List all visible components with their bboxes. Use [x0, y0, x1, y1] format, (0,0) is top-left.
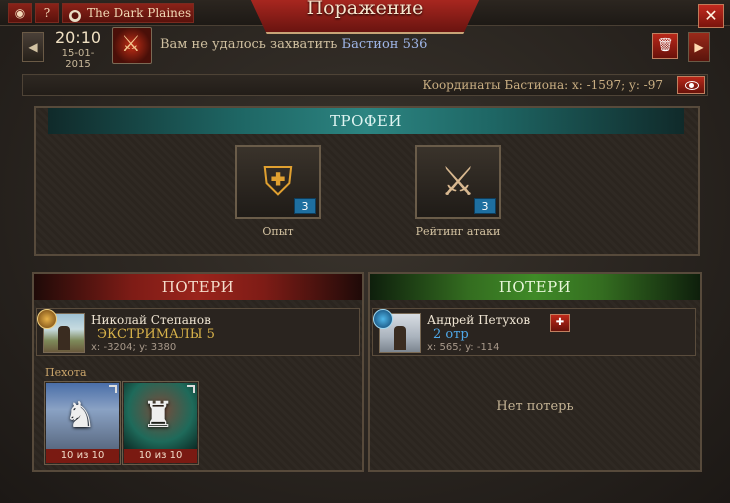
losses-header-left: ПОТЕРИ	[34, 274, 362, 300]
unit-card[interactable]: ♜ 10 из 10	[122, 381, 199, 465]
trophy-experience: ⛨ 3	[235, 145, 321, 219]
window-title: Поражение	[306, 0, 424, 19]
losses-header-right: ПОТЕРИ	[370, 274, 700, 300]
coordinates-bar: Координаты Бастиона: x: -1597; y: -97	[22, 74, 708, 96]
trophy-count: 3	[294, 198, 316, 214]
pin-icon: ✚	[555, 317, 565, 328]
event-message: Вам не удалось захватить Бастион 536	[160, 37, 427, 52]
wolf-emblem-icon	[373, 309, 393, 329]
player-card-left[interactable]: Николай Степанов ЭКСТРИМАЛЫ 5 x: -3204; …	[36, 308, 360, 356]
player-name: Андрей Петухов	[427, 313, 531, 327]
guild-name: ЭКСТРИМАЛЫ 5	[97, 327, 215, 342]
guild-name: 2 отр	[433, 327, 469, 342]
swords-icon: ⚔	[121, 32, 141, 57]
close-button[interactable]: ✕	[698, 4, 724, 28]
losses-panel-right	[368, 272, 702, 472]
message-prefix: Вам не удалось захватить	[160, 37, 338, 52]
unit-count: 10 из 10	[46, 449, 119, 463]
player-coordinates: x: 565; y: -114	[427, 342, 500, 353]
lion-emblem-icon	[37, 309, 57, 329]
eye-icon	[685, 81, 699, 90]
trophy-label: Опыт	[262, 225, 294, 238]
date-label: 15-01-2015	[61, 48, 95, 70]
question-icon[interactable]: ?	[35, 3, 59, 23]
timestamp: 20:10 15-01-2015	[50, 28, 106, 70]
trophy-label: Рейтинг атаки	[415, 225, 501, 238]
prev-button[interactable]: ◀	[22, 32, 44, 62]
expand-icon	[109, 385, 117, 393]
trophies-header: ТРОФЕИ	[48, 108, 684, 134]
unit-card[interactable]: ♞ 10 из 10	[44, 381, 121, 465]
pin-button[interactable]: ✚	[550, 314, 570, 332]
trash-icon: 🗑	[656, 38, 674, 53]
server-button[interactable]: ● The Dark Plaines	[62, 3, 194, 23]
globe-icon: ●	[69, 10, 81, 22]
view-location-button[interactable]	[677, 76, 705, 94]
camera-icon[interactable]: ◉	[8, 3, 32, 23]
player-name: Николай Степанов	[91, 313, 211, 327]
message-target-link[interactable]: Бастион 536	[342, 37, 428, 52]
player-card-right[interactable]: Андрей Петухов 2 отр x: 565; y: -114	[372, 308, 696, 356]
close-icon: ✕	[704, 6, 718, 25]
server-name: The Dark Plaines	[87, 6, 192, 20]
player-coordinates: x: -3204; y: 3380	[91, 342, 177, 353]
unit-count: 10 из 10	[124, 449, 197, 463]
delete-button[interactable]: 🗑	[652, 33, 678, 59]
trophy-attack-rating: ⚔ 3	[415, 145, 501, 219]
chevron-left-icon: ◀	[28, 40, 38, 54]
time-label: 20:10	[54, 28, 102, 47]
chevron-right-icon: ▶	[694, 40, 704, 54]
no-losses-text: Нет потерь	[496, 399, 574, 414]
section-label-infantry: Пехота	[45, 366, 87, 379]
expand-icon	[187, 385, 195, 393]
trophy-count: 3	[474, 198, 496, 214]
event-icon: ⚔	[112, 27, 152, 64]
next-button[interactable]: ▶	[688, 32, 710, 62]
report-window: ◉ ? ● The Dark Plaines Поражение ✕ ◀ 20:1…	[0, 0, 730, 503]
bastion-coordinates: Координаты Бастиона: x: -1597; y: -97	[422, 78, 663, 92]
